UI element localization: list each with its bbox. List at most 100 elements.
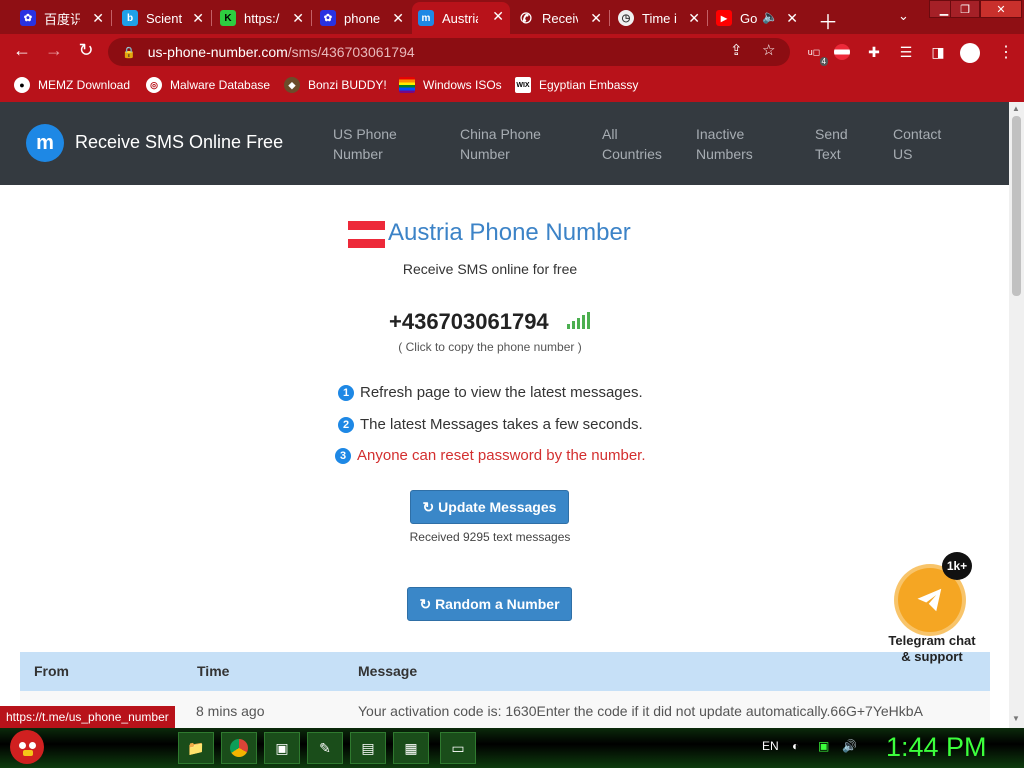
nav-china-phone-number[interactable]: China Phone Number: [460, 124, 541, 164]
taskbar-clock[interactable]: 1:44 PM: [886, 732, 987, 763]
chrome-icon[interactable]: [221, 732, 257, 764]
extension-flag-icon[interactable]: [832, 42, 852, 62]
calendar-app-icon[interactable]: ▦: [393, 732, 429, 764]
telegram-label[interactable]: Telegram chat & support: [880, 633, 984, 665]
bookmark-memz[interactable]: ● MEMZ Download: [14, 77, 130, 93]
nav-inactive-numbers[interactable]: Inactive Numbers: [696, 124, 753, 164]
site-brand[interactable]: Receive SMS Online Free: [75, 132, 283, 153]
tab-scientific[interactable]: b Scient ✕: [116, 4, 210, 32]
file-explorer-icon[interactable]: 📁: [178, 732, 214, 764]
close-tab-icon[interactable]: ✕: [392, 10, 404, 27]
close-tab-icon[interactable]: ✕: [492, 8, 504, 25]
close-tab-icon[interactable]: ✕: [688, 10, 700, 27]
bookmark-windows-isos[interactable]: Windows ISOs: [399, 77, 502, 93]
back-button[interactable]: ←: [10, 40, 34, 61]
start-button-angry-bird-icon[interactable]: [10, 730, 44, 764]
page-scrollbar[interactable]: ▲ ▼: [1009, 102, 1024, 728]
bookmark-star-icon[interactable]: ☆: [762, 41, 775, 59]
phone-icon: ✆: [520, 9, 532, 26]
telegram-badge: 1k+: [942, 552, 972, 580]
austria-flag-icon: [348, 221, 385, 248]
audio-playing-icon[interactable]: 🔈: [762, 9, 778, 25]
nav-us-phone-number[interactable]: US Phone Number: [333, 124, 397, 164]
github-icon: ●: [14, 77, 30, 93]
scrollbar-thumb[interactable]: [1012, 116, 1021, 296]
bookmark-malware-database[interactable]: ◎ Malware Database: [146, 77, 270, 93]
tab-separator: [211, 10, 212, 26]
signal-strength-icon: [567, 311, 591, 329]
windows-flag-icon: [399, 77, 415, 93]
copy-hint[interactable]: ( Click to copy the phone number ): [0, 340, 980, 354]
paint-app-icon[interactable]: ✎: [307, 732, 343, 764]
tab-time[interactable]: ◷ Time i ✕: [612, 4, 706, 32]
update-messages-button[interactable]: ↻ Update Messages: [410, 490, 569, 524]
site-logo-icon[interactable]: m: [26, 124, 64, 162]
bookmark-label: Malware Database: [170, 78, 271, 92]
extension-badge: 4: [819, 57, 828, 66]
reading-list-icon[interactable]: ☰: [896, 42, 916, 62]
tab-title: Time i: [642, 10, 677, 26]
bookmark-bonzi[interactable]: ◆ Bonzi BUDDY!: [284, 77, 387, 93]
column-time: Time: [197, 663, 230, 679]
step-number-icon: 2: [338, 416, 354, 433]
tab-https[interactable]: K https:/ ✕: [214, 4, 310, 32]
tab-austria-active[interactable]: m Austria ✕: [412, 2, 510, 34]
close-tab-icon[interactable]: ✕: [192, 10, 204, 27]
address-bar[interactable]: 🔒 us-phone-number.com/sms/436703061794: [108, 38, 790, 66]
tab-search-chevron-icon[interactable]: ⌄: [898, 8, 909, 24]
bonzi-icon: ◆: [284, 77, 300, 93]
received-count: Received 9295 text messages: [409, 530, 571, 544]
battery-icon[interactable]: ▣: [818, 739, 829, 753]
tab-baidu-phone[interactable]: ✿ phone ✕: [314, 4, 410, 32]
reload-button[interactable]: ↻: [74, 40, 98, 61]
close-tab-icon[interactable]: ✕: [786, 10, 798, 27]
forward-button[interactable]: →: [42, 40, 66, 61]
network-icon[interactable]: ◐: [792, 739, 799, 753]
tab-title: Austria: [442, 10, 478, 26]
scroll-down-arrow-icon[interactable]: ▼: [1012, 714, 1020, 723]
share-icon[interactable]: ⇪: [730, 41, 743, 59]
terminal-app-icon[interactable]: ▭: [440, 732, 476, 764]
nav-contact-us[interactable]: Contact US: [893, 124, 941, 164]
baidu-icon: ✿: [20, 10, 36, 26]
volume-icon[interactable]: 🔊: [842, 739, 857, 753]
scroll-up-arrow-icon[interactable]: ▲: [1012, 104, 1020, 113]
step-text: Refresh page to view the latest messages…: [360, 384, 643, 401]
bookmark-label: Egyptian Embassy: [539, 78, 639, 92]
tab-receive[interactable]: ✆ Receiv ✕: [512, 4, 608, 32]
profile-avatar-icon[interactable]: [960, 43, 980, 63]
youtube-icon: ▶: [716, 10, 732, 26]
new-tab-button[interactable]: ＋: [818, 6, 838, 35]
lock-icon[interactable]: 🔒: [122, 46, 136, 59]
window-close-button[interactable]: ✕: [980, 0, 1022, 18]
tab-title: Scient: [146, 10, 182, 26]
step-text: Anyone can reset password by the number.: [357, 447, 646, 464]
language-indicator[interactable]: EN: [762, 739, 779, 753]
extension-ublock-icon[interactable]: u◻ 4: [804, 42, 828, 66]
tab-youtube[interactable]: ▶ Go 🔈 ✕: [710, 4, 804, 32]
extensions-puzzle-icon[interactable]: ✚: [864, 42, 884, 62]
site-logo-icon: m: [418, 10, 434, 26]
tab-title: phone: [344, 10, 380, 26]
close-tab-icon[interactable]: ✕: [92, 10, 104, 27]
nav-all-countries[interactable]: All Countries: [602, 124, 662, 164]
notepad-icon[interactable]: ▤: [350, 732, 386, 764]
side-panel-icon[interactable]: ◨: [928, 42, 948, 62]
close-tab-icon[interactable]: ✕: [590, 10, 602, 27]
tab-baidu-1[interactable]: ✿ 百度识 ✕: [14, 4, 110, 32]
url-host: us-phone-number.com: [147, 44, 288, 60]
bookmarks-bar: ● MEMZ Download ◎ Malware Database ◆ Bon…: [0, 70, 1024, 102]
screenshot-app-icon[interactable]: ▣: [264, 732, 300, 764]
column-message: Message: [358, 663, 418, 679]
step-3-warning: 3 Anyone can reset password by the numbe…: [335, 447, 646, 464]
maximize-button[interactable]: ❐: [950, 0, 980, 18]
telegram-plane-icon: [917, 588, 942, 612]
close-tab-icon[interactable]: ✕: [292, 10, 304, 27]
random-number-button[interactable]: ↻ Random a Number: [407, 587, 572, 621]
browser-menu-icon[interactable]: ⋮: [998, 42, 1014, 62]
phone-number[interactable]: +436703061794: [389, 309, 549, 335]
tab-separator: [111, 10, 112, 26]
bookmark-label: MEMZ Download: [38, 78, 131, 92]
bookmark-egyptian-embassy[interactable]: WIX Egyptian Embassy: [515, 77, 638, 93]
nav-send-text[interactable]: Send Text: [815, 124, 848, 164]
